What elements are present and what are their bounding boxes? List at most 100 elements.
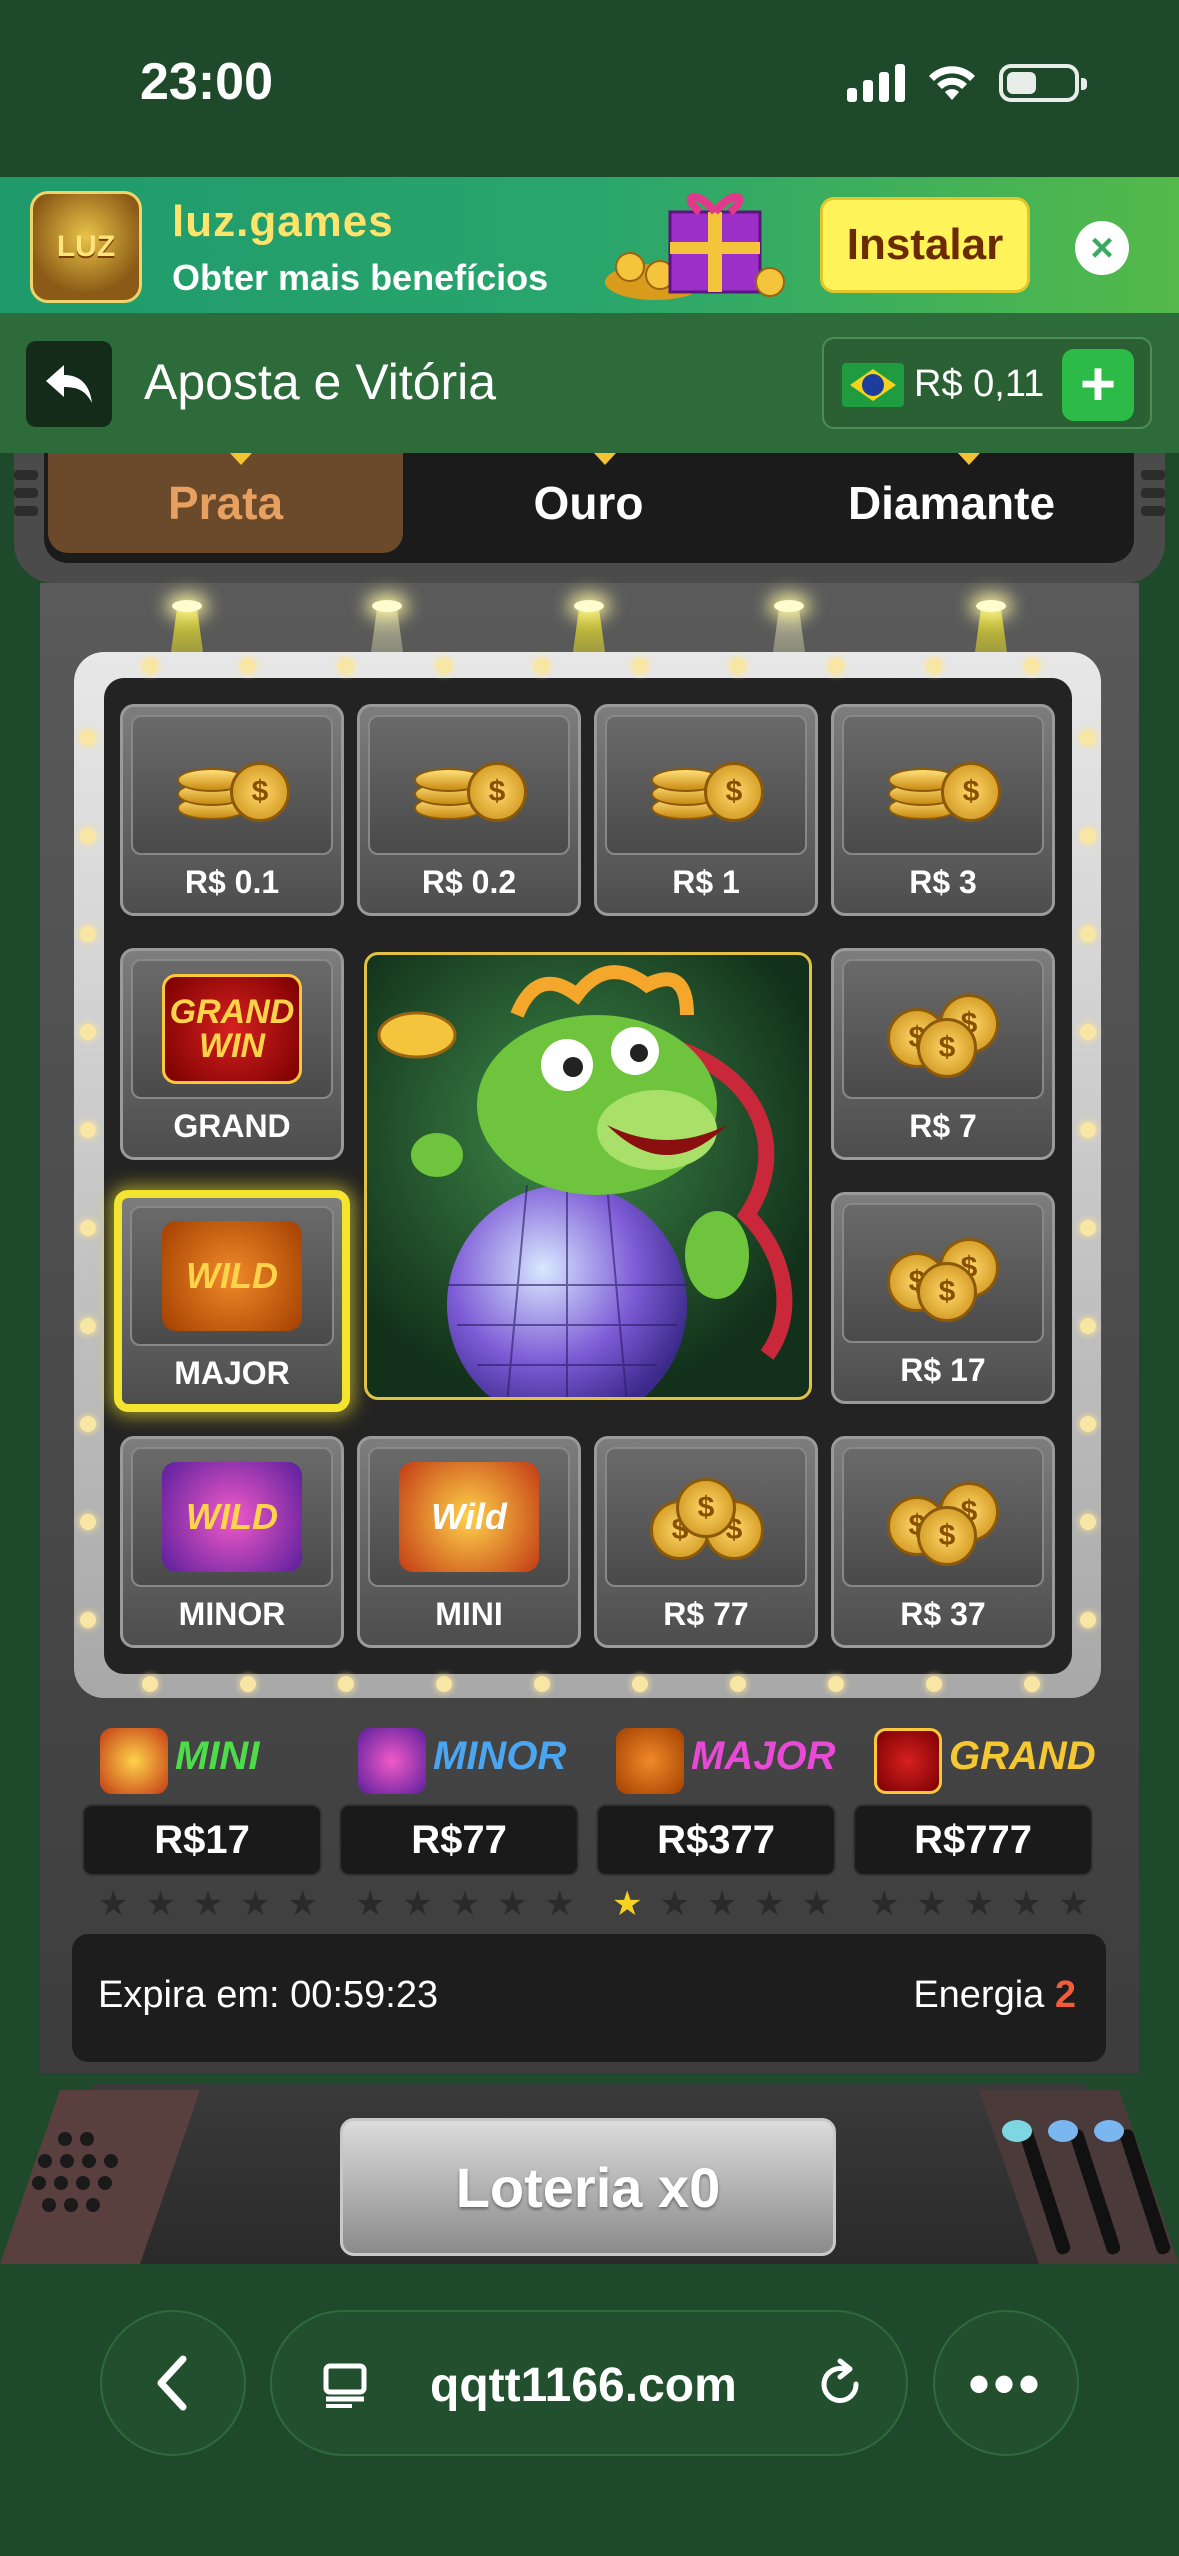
- prize-cell[interactable]: $ $ $ R$ 77: [594, 1436, 818, 1648]
- star-icon: ★: [869, 1885, 900, 1923]
- marquee-bulb: [80, 1514, 96, 1530]
- marquee-bulb: [338, 1676, 354, 1692]
- marquee-bulb: [80, 1318, 96, 1334]
- jackpot-name: GRAND: [949, 1734, 1096, 1778]
- prize-cell-minor[interactable]: WILD MINOR: [120, 1436, 344, 1648]
- prize-label: R$ 37: [900, 1596, 986, 1632]
- coin-stack-icon: $: [131, 715, 333, 855]
- more-icon[interactable]: •••: [933, 2310, 1079, 2456]
- coin-pile-icon: $ $ $: [842, 959, 1044, 1099]
- jackpot-minor: MINOR: [338, 1718, 588, 1798]
- star-icon: ★: [612, 1885, 643, 1923]
- tabs-icon[interactable]: [322, 2362, 368, 2408]
- marquee-bulb: [1080, 926, 1096, 942]
- center-game-art: [364, 952, 812, 1400]
- marquee-bulb: [142, 1676, 158, 1692]
- lottery-button[interactable]: Loteria x0: [340, 2118, 836, 2256]
- add-funds-button[interactable]: +: [1062, 349, 1134, 421]
- back-button[interactable]: [26, 341, 112, 427]
- dragon-wild-icon: Wild: [399, 1462, 539, 1572]
- tab-prata[interactable]: Prata: [48, 453, 403, 553]
- prize-label: R$ 3: [909, 864, 977, 900]
- install-banner: LUZ luz.games Obter mais benefícios Inst…: [0, 177, 1179, 313]
- prize-cell-grand[interactable]: GRAND WIN GRAND: [120, 948, 344, 1160]
- speaker-grille: [28, 2132, 128, 2232]
- marquee-bulb: [730, 1676, 746, 1692]
- back-arrow-icon: [46, 365, 92, 403]
- marquee-bulb: [534, 658, 550, 674]
- star-icon: ★: [916, 1885, 947, 1923]
- spotlight: [372, 600, 402, 612]
- star-icon: ★: [355, 1885, 386, 1923]
- prize-cell-major[interactable]: WILD MAJOR: [114, 1190, 350, 1412]
- dragon-wild-icon: [100, 1728, 168, 1794]
- star-icon: ★: [192, 1885, 224, 1923]
- balance-widget: R$ 0,11 +: [822, 337, 1152, 429]
- coin-stack-icon: $: [605, 715, 807, 855]
- marquee-bulb: [338, 658, 354, 674]
- marquee-bulb: [240, 1676, 256, 1692]
- chevron-left-icon: [157, 2355, 187, 2411]
- jackpot-labels: MINI MINOR MAJOR GRAND: [80, 1718, 1100, 1808]
- marquee-bulb: [632, 1676, 648, 1692]
- coin-pile-icon: $ $ $: [605, 1447, 807, 1587]
- reload-icon[interactable]: [814, 2358, 866, 2410]
- prize-cell-mini[interactable]: Wild MINI: [357, 1436, 581, 1648]
- marquee-bulb: [80, 828, 96, 844]
- browser-back-button[interactable]: [100, 2310, 246, 2456]
- tab-ouro[interactable]: Ouro: [411, 453, 766, 553]
- marquee-bulb: [534, 1676, 550, 1692]
- prize-cell[interactable]: $ R$ 0.1: [120, 704, 344, 916]
- prize-cell[interactable]: $ $ $ R$ 37: [831, 1436, 1055, 1648]
- marquee-bulb: [926, 1676, 942, 1692]
- marquee-bulb: [80, 1416, 96, 1432]
- star-rating: ★ ★ ★ ★ ★: [869, 1884, 1089, 1924]
- banner-title: luz.games: [172, 197, 394, 246]
- marquee-bulb: [80, 1122, 96, 1138]
- prize-label: R$ 0.1: [184, 864, 280, 900]
- status-icons: [847, 62, 1087, 102]
- star-icon: ★: [240, 1885, 271, 1923]
- marquee-bulb: [828, 658, 844, 674]
- lever-knob: [1048, 2120, 1078, 2142]
- url-text: qqtt1166.com: [430, 2359, 737, 2412]
- marquee-bulb: [142, 658, 158, 674]
- spotlight: [574, 600, 604, 612]
- prize-cell[interactable]: $ R$ 0.2: [357, 704, 581, 916]
- tab-diamante[interactable]: Diamante: [774, 453, 1129, 553]
- star-icon: ★: [801, 1885, 832, 1923]
- jackpot-value-minor: R$77: [339, 1804, 579, 1876]
- status-bar: 23:00: [0, 0, 1179, 175]
- jackpot-name: MAJOR: [691, 1734, 836, 1778]
- page-header: Aposta e Vitória R$ 0,11 +: [0, 313, 1179, 453]
- marquee-bulb: [1080, 1514, 1096, 1530]
- marquee-bulb: [926, 658, 942, 674]
- star-rating: ★ ★ ★ ★ ★: [612, 1884, 832, 1924]
- install-button[interactable]: Instalar: [820, 197, 1030, 293]
- marquee-bulb: [1080, 1024, 1096, 1040]
- marquee-bulb: [828, 1676, 844, 1692]
- prize-label: GRAND: [173, 1108, 291, 1144]
- marquee-bulb: [80, 1024, 96, 1040]
- jackpot-major: MAJOR: [596, 1718, 846, 1798]
- tier-tabs: Prata Ouro Diamante: [44, 453, 1134, 563]
- rabbit-wild-icon: [358, 1728, 426, 1794]
- gift-icon: [605, 192, 785, 300]
- close-icon[interactable]: ×: [1075, 221, 1129, 275]
- prize-cell[interactable]: $ $ $ R$ 7: [831, 948, 1055, 1160]
- marquee-bulb: [1024, 658, 1040, 674]
- marquee-bulb: [730, 658, 746, 674]
- prize-label: MINOR: [178, 1596, 286, 1632]
- marquee-bulb: [80, 926, 96, 942]
- prize-cell[interactable]: $ R$ 1: [594, 704, 818, 916]
- star-icon: ★: [963, 1885, 995, 1923]
- marquee-bulb: [632, 658, 648, 674]
- app-logo: LUZ: [30, 191, 142, 303]
- coin-pile-icon: $ $ $: [842, 1203, 1044, 1343]
- prize-cell[interactable]: $ R$ 3: [831, 704, 1055, 916]
- tiger-wild-icon: WILD: [162, 1221, 302, 1331]
- star-icon: ★: [754, 1885, 785, 1923]
- jackpot-name: MINI: [175, 1734, 260, 1778]
- url-bar[interactable]: qqtt1166.com: [270, 2310, 908, 2456]
- prize-cell[interactable]: $ $ $ R$ 17: [831, 1192, 1055, 1404]
